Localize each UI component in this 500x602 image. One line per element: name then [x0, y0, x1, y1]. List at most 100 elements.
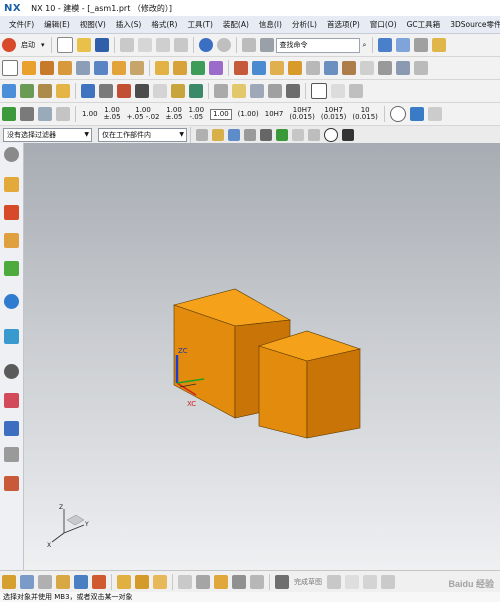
subtract-icon[interactable]: [378, 61, 392, 75]
menu-gc-toolbox[interactable]: GC工具箱: [404, 19, 444, 30]
menu-edit[interactable]: 编辑(E): [41, 19, 73, 30]
circle-sketch-icon[interactable]: [363, 575, 377, 589]
move-component-icon[interactable]: [56, 575, 70, 589]
measure-icon[interactable]: [331, 84, 345, 98]
thread-icon[interactable]: [342, 61, 356, 75]
right-block[interactable]: [257, 330, 362, 439]
sew-icon[interactable]: [414, 61, 428, 75]
fit-style[interactable]: 10 (0.015): [352, 107, 378, 121]
menu-view[interactable]: 视图(V): [77, 19, 109, 30]
arc-icon[interactable]: [117, 84, 131, 98]
project-curve-icon[interactable]: [171, 84, 185, 98]
clearance-icon[interactable]: [178, 575, 192, 589]
edit-section-icon[interactable]: [214, 575, 228, 589]
save-icon[interactable]: [94, 38, 109, 52]
face-filter-icon[interactable]: [212, 128, 224, 141]
start-label[interactable]: 启动: [21, 40, 35, 50]
menu-file[interactable]: 文件(F): [6, 19, 37, 30]
fit-view-icon[interactable]: [378, 38, 393, 52]
layer-settings-icon[interactable]: [432, 38, 447, 52]
snap-view-icon[interactable]: [250, 575, 264, 589]
hole-icon[interactable]: [58, 61, 72, 75]
arc-sketch-icon[interactable]: [345, 575, 359, 589]
repeat-command-icon[interactable]: [241, 38, 256, 52]
part-navigator-icon[interactable]: [4, 233, 19, 248]
mirror-feature-icon[interactable]: [252, 61, 266, 75]
add-component-icon[interactable]: [20, 575, 34, 589]
helix-icon[interactable]: [268, 84, 282, 98]
line-icon[interactable]: [99, 84, 113, 98]
type-filter-select[interactable]: 没有选择过滤器 ▼: [3, 127, 92, 142]
block-icon[interactable]: [94, 61, 108, 75]
menu-window[interactable]: 窗口(O): [367, 19, 400, 30]
sketch-icon[interactable]: [2, 60, 18, 76]
palette-icon[interactable]: [4, 476, 19, 491]
profile-icon[interactable]: [327, 575, 341, 589]
scope-select[interactable]: 仅在工作部件内 ▼: [98, 127, 187, 142]
menu-tools[interactable]: 工具(T): [184, 19, 215, 30]
fit-style[interactable]: 10H7 (0.015): [289, 107, 315, 121]
history-icon[interactable]: [4, 329, 19, 344]
paste-icon[interactable]: [155, 38, 170, 52]
fit-style[interactable]: 10H7 (0.015): [321, 107, 347, 121]
basic-dimension-style[interactable]: 1.00: [210, 108, 232, 120]
assembly-navigator-icon[interactable]: [4, 177, 19, 192]
diameter-icon[interactable]: [389, 106, 406, 122]
arrow-icon[interactable]: [409, 107, 424, 121]
body-filter-icon[interactable]: [228, 128, 240, 141]
fillet-sketch-icon[interactable]: [381, 575, 395, 589]
chevron-down-icon[interactable]: ▾: [41, 41, 45, 49]
new-component-icon[interactable]: [38, 575, 52, 589]
menu-preferences[interactable]: 首选项(P): [324, 19, 363, 30]
sequence-icon[interactable]: [153, 575, 167, 589]
assembly-constraints-icon[interactable]: [74, 575, 88, 589]
copy-icon[interactable]: [137, 38, 152, 52]
ruled-icon[interactable]: [56, 84, 70, 98]
more-icon[interactable]: [427, 107, 442, 121]
menu-assembly[interactable]: 装配(A): [220, 19, 252, 30]
wave-geometry-icon[interactable]: [117, 575, 131, 589]
system-scene-icon[interactable]: [4, 447, 19, 462]
constraint-navigator-icon[interactable]: [4, 205, 19, 220]
sketch-grid-icon[interactable]: [275, 575, 289, 589]
text-curve-icon[interactable]: [250, 84, 264, 98]
swept-icon[interactable]: [38, 84, 52, 98]
finish-sketch-button[interactable]: 完成草图: [294, 577, 322, 587]
delete-icon[interactable]: [173, 38, 188, 52]
triangle-icon[interactable]: [311, 83, 327, 99]
through-curves-icon[interactable]: [20, 84, 34, 98]
offset-curve-icon[interactable]: [214, 84, 228, 98]
cone-icon[interactable]: [130, 61, 144, 75]
unite-icon[interactable]: [360, 61, 374, 75]
center-point-icon[interactable]: [324, 127, 338, 142]
tolerance-style[interactable]: 1.00 -.05: [188, 107, 204, 121]
mid-point-icon[interactable]: [308, 128, 320, 141]
pmi-settings-icon[interactable]: [20, 107, 34, 121]
intersection-curve-icon[interactable]: [189, 84, 203, 98]
curve-filter-icon[interactable]: [260, 128, 272, 141]
revolve-icon[interactable]: [40, 61, 54, 75]
draft-icon[interactable]: [324, 61, 338, 75]
menu-analysis[interactable]: 分析(L): [289, 19, 320, 30]
render-style-icon[interactable]: [414, 38, 429, 52]
curve-icon[interactable]: [81, 84, 95, 98]
mirror-assembly-icon[interactable]: [92, 575, 106, 589]
crosshair-icon[interactable]: [342, 128, 354, 141]
graphics-window[interactable]: ZC XC Z Y X: [24, 143, 500, 570]
cylinder-icon[interactable]: [112, 61, 126, 75]
trim-body-icon[interactable]: [288, 61, 302, 75]
cut-icon[interactable]: [119, 38, 134, 52]
measure-distance-icon[interactable]: [196, 575, 210, 589]
view-orient-icon[interactable]: [396, 38, 411, 52]
surface-icon[interactable]: [2, 84, 16, 98]
point-icon[interactable]: [135, 84, 149, 98]
datum-plane-icon[interactable]: [191, 61, 205, 75]
start-icon[interactable]: [2, 38, 16, 52]
intersect-icon[interactable]: [396, 61, 410, 75]
extrude-icon[interactable]: [22, 61, 36, 75]
snap-point-icon[interactable]: [276, 128, 288, 141]
roles-icon[interactable]: [4, 421, 19, 436]
redo-icon[interactable]: [216, 38, 231, 52]
menu-info[interactable]: 信息(I): [256, 19, 285, 30]
undo-icon[interactable]: [198, 38, 213, 52]
